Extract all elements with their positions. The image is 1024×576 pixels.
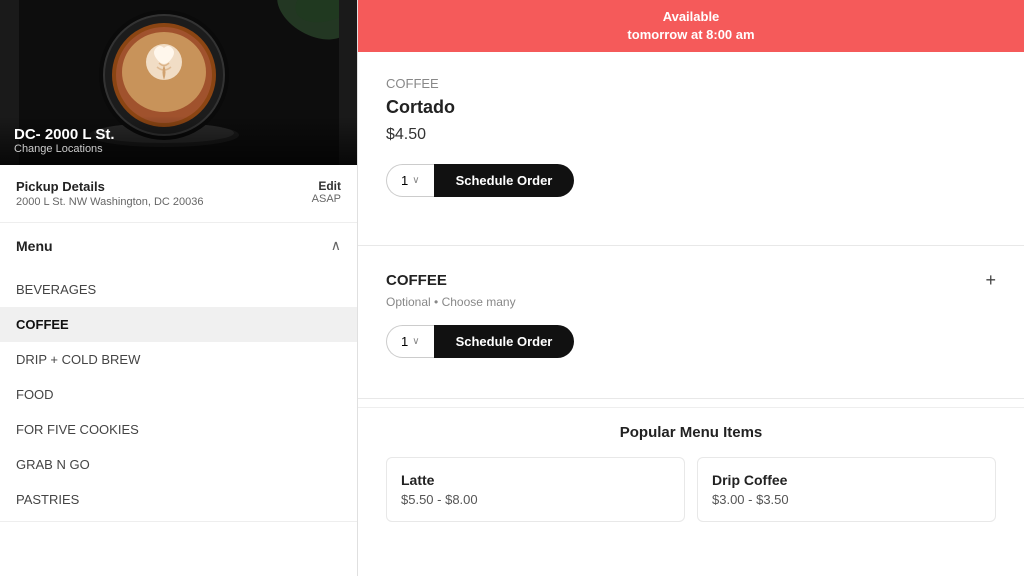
menu-title: Menu	[16, 238, 53, 254]
order-controls-2: 1 ∨ Schedule Order	[386, 325, 996, 358]
plus-icon[interactable]: +	[985, 270, 996, 291]
store-info-overlay: DC- 2000 L St. Change Locations	[0, 116, 357, 165]
availability-line2: tomorrow at 8:00 am	[374, 26, 1008, 44]
schedule-order-button-2[interactable]: Schedule Order	[434, 325, 575, 358]
customization-subtitle: Optional • Choose many	[386, 295, 996, 309]
popular-item-latte[interactable]: Latte $5.50 - $8.00	[386, 457, 685, 522]
store-name: DC- 2000 L St.	[14, 126, 343, 143]
quantity-selector-1[interactable]: 1 ∨	[386, 164, 434, 197]
pickup-info: Pickup Details 2000 L St. NW Washington,…	[16, 179, 204, 208]
sidebar-item-pastries[interactable]: PASTRIES	[0, 482, 357, 517]
customization-title: COFFEE	[386, 272, 447, 289]
popular-item-drip-coffee[interactable]: Drip Coffee $3.00 - $3.50	[697, 457, 996, 522]
edit-link[interactable]: Edit	[312, 179, 341, 193]
menu-items-list: BEVERAGES COFFEE DRIP + COLD BREW FOOD F…	[0, 268, 357, 521]
pickup-address: 2000 L St. NW Washington, DC 20036	[16, 196, 204, 208]
quantity-chevron-2: ∨	[412, 336, 419, 347]
asap-label: ASAP	[312, 193, 341, 205]
menu-section: Menu ∧ BEVERAGES COFFEE DRIP + COLD BREW…	[0, 223, 357, 522]
product-section: COFFEE Cortado $4.50 1 ∨ Schedule Order	[358, 52, 1024, 237]
sidebar-item-food[interactable]: FOOD	[0, 377, 357, 412]
quantity-value-1: 1	[401, 173, 408, 188]
customization-header: COFFEE +	[386, 270, 996, 291]
product-name: Cortado	[386, 97, 996, 118]
quantity-chevron-1: ∨	[412, 175, 419, 186]
product-category: COFFEE	[386, 76, 996, 91]
popular-items-grid: Latte $5.50 - $8.00 Drip Coffee $3.00 - …	[386, 457, 996, 522]
sidebar-item-drip-cold-brew[interactable]: DRIP + COLD BREW	[0, 342, 357, 377]
quantity-selector-2[interactable]: 1 ∨	[386, 325, 434, 358]
menu-header[interactable]: Menu ∧	[0, 223, 357, 268]
popular-item-drip-name: Drip Coffee	[712, 472, 981, 488]
section-divider-2	[358, 398, 1024, 399]
pickup-section: Pickup Details 2000 L St. NW Washington,…	[0, 165, 357, 223]
order-controls-1: 1 ∨ Schedule Order	[386, 164, 996, 197]
sidebar-item-grab-n-go[interactable]: GRAB N GO	[0, 447, 357, 482]
edit-asap-group: Edit ASAP	[312, 179, 341, 205]
schedule-order-button-1[interactable]: Schedule Order	[434, 164, 575, 197]
pickup-label: Pickup Details	[16, 179, 204, 194]
popular-section: Popular Menu Items Latte $5.50 - $8.00 D…	[358, 407, 1024, 538]
customization-section: COFFEE + Optional • Choose many 1 ∨ Sche…	[358, 254, 1024, 390]
popular-item-drip-price: $3.00 - $3.50	[712, 492, 981, 507]
availability-line1: Available	[374, 8, 1008, 26]
right-panel: Available tomorrow at 8:00 am COFFEE Cor…	[358, 0, 1024, 576]
section-divider-1	[358, 245, 1024, 246]
popular-section-title: Popular Menu Items	[386, 424, 996, 441]
sidebar-item-beverages[interactable]: BEVERAGES	[0, 272, 357, 307]
product-price: $4.50	[386, 126, 996, 144]
store-image: DC- 2000 L St. Change Locations FOR FIVE	[0, 0, 357, 165]
menu-chevron-icon: ∧	[331, 237, 341, 254]
sidebar-item-coffee[interactable]: COFFEE	[0, 307, 357, 342]
change-location-link[interactable]: Change Locations	[14, 143, 343, 155]
quantity-value-2: 1	[401, 334, 408, 349]
left-panel: DC- 2000 L St. Change Locations FOR FIVE…	[0, 0, 358, 576]
popular-item-latte-name: Latte	[401, 472, 670, 488]
availability-banner: Available tomorrow at 8:00 am	[358, 0, 1024, 52]
popular-item-latte-price: $5.50 - $8.00	[401, 492, 670, 507]
sidebar-item-for-five-cookies[interactable]: FOR FIVE COOKIES	[0, 412, 357, 447]
